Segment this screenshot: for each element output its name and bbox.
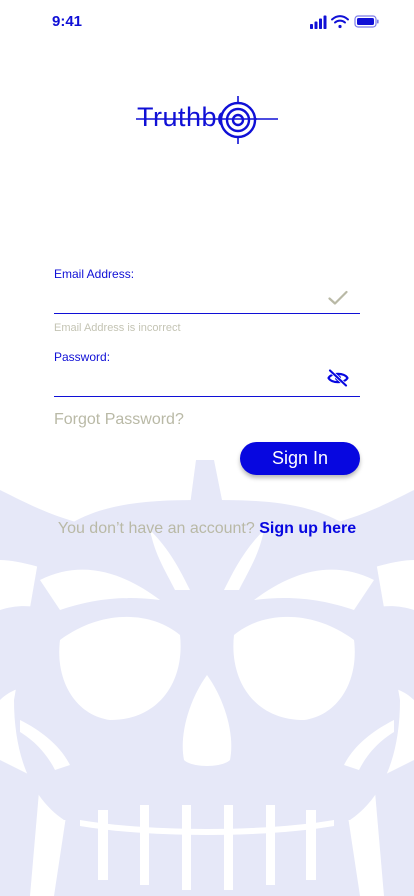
signup-row: You don’t have an account? Sign up here xyxy=(0,520,414,538)
truthbot-logo: Truthbot xyxy=(134,94,280,146)
email-field[interactable] xyxy=(54,285,360,314)
battery-icon xyxy=(354,15,379,28)
status-icons xyxy=(310,15,379,29)
eye-slash-icon[interactable] xyxy=(327,369,349,387)
wifi-icon xyxy=(331,15,349,29)
forgot-password-link[interactable]: Forgot Password? xyxy=(54,411,184,429)
status-bar: 9:41 xyxy=(0,0,414,44)
checkmark-icon xyxy=(328,290,348,305)
email-label: Email Address: xyxy=(54,267,135,281)
password-field[interactable] xyxy=(54,368,360,397)
status-time: 9:41 xyxy=(52,13,83,30)
email-error-message: Email Address is incorrect xyxy=(54,322,181,334)
cellular-signal-icon xyxy=(310,15,327,29)
sign-in-button[interactable]: Sign In xyxy=(240,442,360,475)
password-label: Password: xyxy=(54,350,111,364)
signup-prompt: You don’t have an account? xyxy=(57,520,255,537)
crosshair-icon xyxy=(136,96,278,144)
signup-link[interactable]: Sign up here xyxy=(259,520,356,537)
